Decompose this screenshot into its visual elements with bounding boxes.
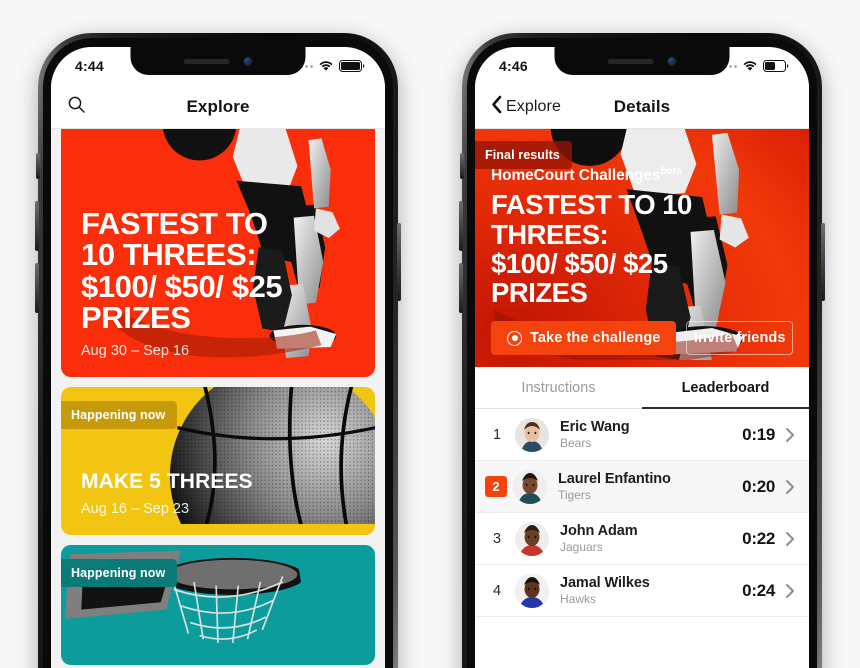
- challenge-hero: Final results HomeCourt Challengesbeta F…: [475, 129, 809, 367]
- screenshot-stage: 4:44 Explore FASTEST TO 10 THREES: $100/…: [0, 0, 860, 668]
- avatar: [513, 469, 547, 504]
- table-row[interactable]: 2 Laurel Enfantino Tigers 0:20: [475, 461, 809, 513]
- record-icon: [507, 330, 522, 346]
- challenge-card-make-5-threes[interactable]: Happening now MAKE 5 THREES Aug 16 – Sep…: [61, 387, 375, 535]
- take-the-challenge-label: Take the challenge: [530, 330, 661, 346]
- hero-kicker: HomeCourt Challengesbeta: [491, 165, 793, 185]
- card-title: FASTEST TO 10 THREES: $100/ $50/ $25 PRIZES: [81, 205, 283, 336]
- avatar: [515, 417, 549, 452]
- player-name: Laurel Enfantino: [558, 471, 671, 487]
- player-time: 0:24: [742, 580, 775, 600]
- notch: [130, 47, 306, 75]
- tab-instructions[interactable]: Instructions: [475, 367, 642, 408]
- hero-content: HomeCourt Challengesbeta FASTEST TO 10 T…: [475, 165, 809, 367]
- phone-screen-explore: 4:44 Explore FASTEST TO 10 THREES: $100/…: [51, 47, 385, 668]
- search-icon[interactable]: [67, 95, 86, 119]
- silent-switch[interactable]: [460, 153, 464, 179]
- volume-up-button[interactable]: [459, 201, 463, 251]
- status-badge: Happening now: [61, 559, 178, 587]
- avatar: [515, 521, 549, 556]
- player-info: Jamal Wilkes Hawks: [560, 575, 742, 606]
- chevron-right-icon: [785, 427, 795, 443]
- player-team: Bears: [560, 436, 592, 450]
- phone-screen-details: 4:46 Explore Details Final results HomeC…: [475, 47, 809, 668]
- volume-down-button[interactable]: [459, 263, 463, 313]
- hero-action-row: Take the challenge Invite friends: [491, 321, 793, 355]
- player-info: Laurel Enfantino Tigers: [558, 471, 742, 502]
- take-the-challenge-button[interactable]: Take the challenge: [491, 321, 677, 355]
- player-name: Jamal Wilkes: [560, 575, 650, 591]
- chevron-left-icon: [491, 95, 503, 119]
- rank-value: 1: [492, 426, 502, 443]
- status-time: 4:44: [75, 58, 104, 74]
- player-time: 0:20: [742, 476, 775, 496]
- speaker-grille: [607, 58, 654, 64]
- player-time: 0:22: [742, 528, 775, 548]
- player-name: John Adam: [560, 523, 638, 539]
- avatar-image: [513, 469, 547, 504]
- invite-friends-button[interactable]: Invite friends: [686, 321, 793, 355]
- avatar-image: [515, 573, 549, 608]
- leaderboard-list[interactable]: 1 Eric Wang Bears 0:19 2 Laurel Enfantin…: [475, 409, 809, 617]
- volume-down-button[interactable]: [35, 263, 39, 313]
- front-camera-icon: [667, 56, 677, 66]
- speaker-grille: [183, 58, 230, 64]
- rank-value: 2: [485, 476, 507, 497]
- battery-half-icon: [763, 60, 789, 72]
- power-button[interactable]: [397, 223, 401, 301]
- page-title: Explore: [186, 96, 250, 116]
- front-camera-icon: [243, 56, 253, 66]
- tab-leaderboard[interactable]: Leaderboard: [642, 367, 809, 409]
- challenge-card-fastest-to-10-threes[interactable]: FASTEST TO 10 THREES: $100/ $50/ $25 PRIZES…: [61, 129, 375, 377]
- phone-right-details: 4:46 Explore Details Final results HomeC…: [459, 33, 825, 668]
- player-time: 0:19: [742, 424, 775, 444]
- notch: [554, 47, 730, 75]
- back-button[interactable]: Explore: [491, 95, 561, 119]
- hero-title: FASTEST TO 10 THREES: $100/ $50/ $25 PRIZE…: [491, 189, 692, 308]
- card-date-range: Aug 16 – Sep 23: [81, 501, 190, 517]
- power-button[interactable]: [821, 223, 825, 301]
- invite-friends-label: Invite friends: [693, 330, 786, 346]
- chevron-right-icon: [785, 479, 795, 495]
- phone-left-explore: 4:44 Explore FASTEST TO 10 THREES: $100/…: [35, 33, 401, 668]
- explore-card-list[interactable]: FASTEST TO 10 THREES: $100/ $50/ $25 PRIZES…: [51, 129, 385, 668]
- player-info: John Adam Jaguars: [560, 523, 742, 554]
- details-tabs: Instructions Leaderboard: [475, 367, 809, 409]
- phone-bezel: 4:44 Explore FASTEST TO 10 THREES: $100/…: [43, 38, 393, 668]
- player-name: Eric Wang: [560, 419, 630, 435]
- rank-value: 4: [492, 582, 502, 599]
- player-info: Eric Wang Bears: [560, 419, 742, 450]
- back-button-label: Explore: [506, 97, 561, 115]
- card-date-range: Aug 30 – Sep 16: [81, 343, 190, 359]
- details-nav-bar: Explore Details: [475, 85, 809, 129]
- status-badge: Happening now: [61, 401, 178, 429]
- player-team: Hawks: [560, 592, 597, 606]
- rank-value: 3: [492, 530, 502, 547]
- player-team: Tigers: [558, 488, 591, 502]
- explore-nav-bar: Explore: [51, 85, 385, 129]
- table-row[interactable]: 1 Eric Wang Bears 0:19: [475, 409, 809, 461]
- chevron-right-icon: [785, 531, 795, 547]
- player-team: Jaguars: [560, 540, 603, 554]
- table-row[interactable]: 3 John Adam Jaguars 0:22: [475, 513, 809, 565]
- wifi-icon: [318, 60, 334, 72]
- battery-full-icon: [339, 60, 365, 72]
- hero-kicker-text: HomeCourt Challenges: [491, 167, 661, 185]
- avatar: [515, 573, 549, 608]
- challenge-card-teal[interactable]: Happening now: [61, 545, 375, 665]
- avatar-image: [515, 417, 549, 452]
- volume-up-button[interactable]: [35, 201, 39, 251]
- card-text-block: MAKE 5 THREES Aug 16 – Sep 23: [81, 469, 253, 517]
- card-text-block: FASTEST TO 10 THREES: $100/ $50/ $25 PRIZES…: [81, 205, 283, 359]
- beta-tag: beta: [660, 165, 682, 178]
- avatar-image: [515, 521, 549, 556]
- status-time: 4:46: [499, 58, 528, 74]
- phone-bezel: 4:46 Explore Details Final results HomeC…: [467, 38, 817, 668]
- silent-switch[interactable]: [36, 153, 40, 179]
- wifi-icon: [742, 60, 758, 72]
- table-row[interactable]: 4 Jamal Wilkes Hawks 0:24: [475, 565, 809, 617]
- card-title: MAKE 5 THREES: [81, 469, 253, 493]
- chevron-right-icon: [785, 583, 795, 599]
